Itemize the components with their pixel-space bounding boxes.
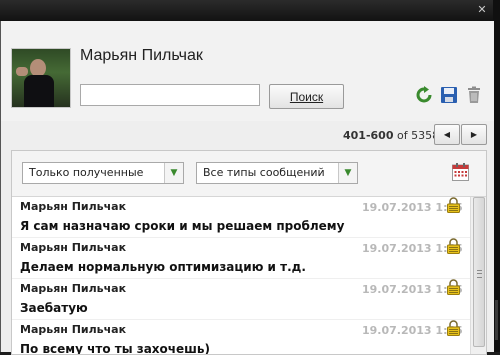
message-item[interactable]: Марьян Пильчак 19.07.2013 1:45 Делаем но… (12, 238, 470, 279)
direction-filter-value: Только полученные (29, 166, 144, 179)
search-button[interactable]: Поиск (269, 84, 344, 109)
save-icon[interactable] (440, 86, 458, 104)
type-filter-select[interactable]: Все типы сообщений ▼ (196, 162, 358, 184)
message-item[interactable]: Марьян Пильчак 19.07.2013 1:45 Я сам наз… (12, 197, 470, 238)
message-item[interactable]: Марьян Пильчак 19.07.2013 1:45 По всему … (12, 320, 470, 355)
calendar-icon[interactable] (452, 163, 469, 181)
lock-icon (447, 197, 460, 213)
message-author: Марьян Пильчак (20, 323, 127, 336)
user-name: Марьян Пильчак (80, 47, 203, 64)
message-author: Марьян Пильчак (20, 241, 127, 254)
scroll-thumb[interactable] (473, 197, 485, 347)
message-author: Марьян Пильчак (20, 282, 127, 295)
window-close-button[interactable]: ✕ (468, 0, 496, 19)
message-history-window: Марьян Пильчак Поиск 401-600 of 5358 ◀ ▶… (0, 21, 494, 355)
avatar (11, 48, 71, 108)
message-text: Я сам назначаю сроки и мы решаем проблем… (20, 219, 345, 233)
prev-page-button[interactable]: ◀ (434, 124, 460, 145)
lock-icon (447, 320, 460, 336)
chevron-down-icon: ▼ (164, 163, 183, 183)
lock-icon (447, 279, 460, 295)
message-list: Марьян Пильчак 19.07.2013 1:45 Я сам наз… (12, 197, 470, 354)
pager-range-value: 401-600 (343, 129, 394, 142)
message-list-scrollbar[interactable] (470, 197, 486, 354)
profile-header: Марьян Пильчак Поиск (1, 21, 494, 121)
trash-icon[interactable] (465, 86, 483, 104)
message-text: По всему что ты захочешь) (20, 342, 210, 355)
pager-of-label: of (397, 129, 408, 142)
filter-bar: Только полученные ▼ Все типы сообщений ▼ (12, 151, 486, 197)
lock-icon (447, 238, 460, 254)
message-item[interactable]: Марьян Пильчак 19.07.2013 1:45 Заебатую (12, 279, 470, 320)
window-edge (493, 0, 500, 352)
message-author: Марьян Пильчак (20, 200, 127, 213)
type-filter-value: Все типы сообщений (203, 166, 325, 179)
message-text: Делаем нормальную оптимизацию и т.д. (20, 260, 306, 274)
pager-range: 401-600 of 5358 (343, 129, 439, 142)
direction-filter-select[interactable]: Только полученные ▼ (22, 162, 184, 184)
search-input[interactable] (80, 84, 260, 106)
message-text: Заебатую (20, 301, 88, 315)
next-page-button[interactable]: ▶ (461, 124, 487, 145)
message-list-panel: Только полученные ▼ Все типы сообщений ▼ (11, 150, 487, 355)
grip-icon (477, 270, 482, 278)
window-titlebar: ✕ (0, 0, 500, 21)
refresh-icon[interactable] (415, 86, 433, 104)
chevron-down-icon: ▼ (338, 163, 357, 183)
